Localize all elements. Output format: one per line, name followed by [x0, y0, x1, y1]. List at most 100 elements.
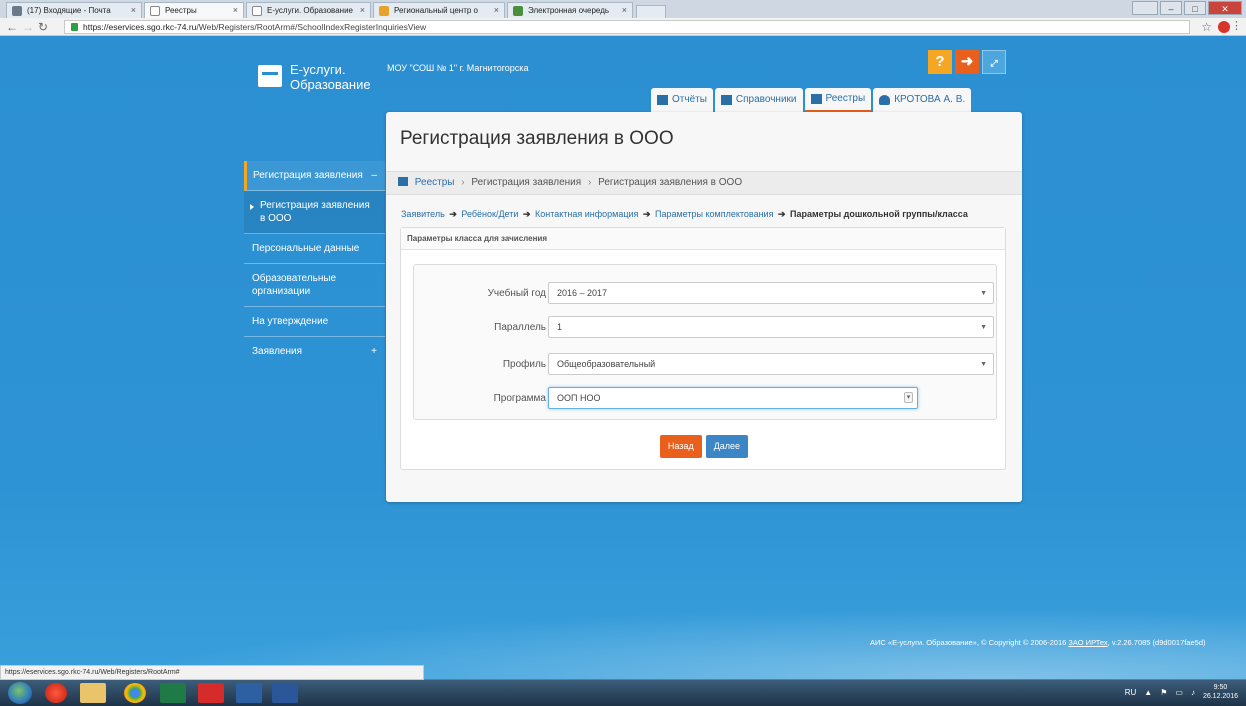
forward-arrow-icon[interactable]: →: [22, 20, 34, 34]
main-panel: Регистрация заявления в ООО Реестры › Ре…: [386, 112, 1022, 502]
browser-tab[interactable]: Электронная очередь ×: [507, 2, 633, 18]
sidebar-item-personal-data[interactable]: Персональные данные: [244, 234, 385, 264]
url-field[interactable]: https://eservices.sgo.rkc-74.ru/Web/Regi…: [64, 20, 1190, 34]
parallel-select[interactable]: 1 ▼: [548, 316, 994, 338]
browser-tab[interactable]: (17) Входящие - Почта ×: [6, 2, 142, 18]
step-link[interactable]: Контактная информация: [535, 209, 638, 219]
nav-tab-label: Справочники: [735, 94, 797, 105]
class-parameters-section: Параметры класса для зачисления Учебный …: [400, 227, 1006, 470]
tab-close-icon[interactable]: ×: [360, 5, 365, 15]
nav-tab-user[interactable]: КРОТОВА А. В.: [873, 88, 972, 112]
network-icon[interactable]: ▭: [1175, 688, 1183, 697]
tab-close-icon[interactable]: ×: [494, 5, 499, 15]
folder-icon[interactable]: [80, 683, 106, 703]
tab-label: Региональный центр о: [394, 6, 478, 15]
expand-icon[interactable]: +: [371, 345, 377, 358]
close-window-button[interactable]: ✕: [1208, 1, 1242, 15]
step-arrow-icon: ➔: [522, 209, 531, 219]
nav-tab-reports[interactable]: Отчёты: [651, 88, 713, 112]
tab-close-icon[interactable]: ×: [131, 5, 136, 15]
back-arrow-icon[interactable]: ←: [6, 20, 18, 34]
start-button-icon[interactable]: [8, 682, 32, 704]
tab-label: E-услуги. Образование: [267, 6, 353, 15]
help-button[interactable]: ?: [928, 50, 952, 74]
queue-icon: [513, 6, 523, 16]
profile-select[interactable]: Общеобразовательный ▼: [548, 353, 994, 375]
program-select[interactable]: ООП НОО ▾: [548, 387, 918, 409]
dropdown-caret-icon: ▼: [980, 324, 987, 331]
volume-icon[interactable]: ♪: [1191, 688, 1195, 697]
step-link[interactable]: Параметры комплектования: [655, 209, 773, 219]
sidebar-item-label: Заявления: [252, 346, 303, 357]
tab-label: (17) Входящие - Почта: [27, 6, 111, 15]
sidebar-item-label: Регистрация заявления в ООО: [260, 200, 370, 224]
tab-label: Электронная очередь: [528, 6, 610, 15]
sidebar-item-label: Персональные данные: [252, 243, 360, 254]
chrome-icon[interactable]: [124, 683, 146, 703]
nav-tab-references[interactable]: Справочники: [714, 88, 803, 112]
browser-tab[interactable]: E-услуги. Образование ×: [246, 2, 371, 18]
home-icon: [398, 177, 408, 186]
tray-arrow-icon[interactable]: ▲: [1144, 688, 1152, 697]
sidebar: Регистрация заявления – Регистрация заяв…: [244, 161, 385, 366]
browser-tab-active[interactable]: Реестры ×: [144, 2, 244, 18]
field-label: Профиль: [502, 359, 546, 370]
app-icon[interactable]: [236, 683, 262, 703]
profile-button[interactable]: [1132, 1, 1158, 15]
window-controls: – □ ✕: [1132, 1, 1242, 15]
clock-date: 26.12.2016: [1202, 693, 1238, 700]
step-arrow-icon: ➔: [449, 209, 457, 219]
breadcrumb-separator: ›: [461, 177, 465, 188]
tab-close-icon[interactable]: ×: [233, 5, 238, 15]
section-title: Параметры класса для зачисления: [401, 228, 1005, 250]
sidebar-item-organizations[interactable]: Образовательные организации: [244, 264, 385, 307]
nav-tab-registers[interactable]: Реестры: [804, 88, 872, 112]
minimize-button[interactable]: –: [1160, 1, 1182, 15]
step-arrow-icon: ➔: [642, 209, 651, 219]
caret-right-icon: [250, 204, 254, 210]
select-value: 1: [557, 322, 563, 332]
step-link[interactable]: Ребёнок/Дети: [461, 209, 518, 219]
clock[interactable]: 9:50 26.12.2016: [1203, 683, 1238, 701]
form-buttons: Назад Далее: [401, 435, 1007, 458]
sidebar-item-label: Образовательные организации: [252, 273, 337, 297]
flag-icon[interactable]: ⚑: [1160, 688, 1167, 697]
organization-name: МОУ "СОШ № 1" г. Магнитогорска: [387, 63, 529, 73]
field-label: Учебный год: [487, 288, 546, 299]
url-path: /Web/Registers/RootArm#/SchoolIndexRegis…: [196, 22, 427, 32]
book-icon: [720, 95, 732, 105]
new-tab-button[interactable]: [636, 5, 666, 18]
parameters-form: Учебный год 2016 – 2017 ▼ Параллель 1 ▼ …: [413, 264, 997, 420]
form-row-program: Программа ООП НОО ▾: [414, 387, 998, 411]
next-button[interactable]: Далее: [705, 435, 749, 458]
reload-icon[interactable]: ↻: [38, 20, 48, 34]
sidebar-item-registration[interactable]: Регистрация заявления –: [244, 161, 385, 191]
tab-close-icon[interactable]: ×: [622, 5, 627, 15]
logout-button[interactable]: ➜: [955, 50, 979, 74]
back-button[interactable]: Назад: [659, 435, 702, 458]
menu-kebab-icon[interactable]: ⋮: [1231, 19, 1242, 32]
sidebar-item-applications[interactable]: Заявления +: [244, 337, 385, 366]
bookmark-star-icon[interactable]: ☆: [1201, 20, 1212, 34]
copyright-link[interactable]: ЗАО ИРТех: [1068, 638, 1107, 647]
acrobat-icon[interactable]: [198, 683, 224, 703]
word-icon[interactable]: [272, 683, 298, 703]
opera-icon[interactable]: [45, 683, 67, 703]
status-url: https://eservices.sgo.rkc-74.ru/Web/Regi…: [0, 665, 424, 680]
address-bar: ← → ↻ https://eservices.sgo.rkc-74.ru/We…: [0, 18, 1246, 36]
excel-icon[interactable]: [160, 683, 186, 703]
sidebar-item-registration-ooo[interactable]: Регистрация заявления в ООО: [244, 191, 385, 234]
sidebar-item-approval[interactable]: На утверждение: [244, 307, 385, 337]
fullscreen-icon[interactable]: ⤢: [982, 50, 1006, 74]
maximize-button[interactable]: □: [1184, 1, 1206, 15]
step-link[interactable]: Заявитель: [401, 209, 445, 219]
language-indicator[interactable]: RU: [1125, 688, 1137, 697]
browser-tab[interactable]: Региональный центр о ×: [373, 2, 505, 18]
breadcrumb-link[interactable]: Реестры: [415, 177, 455, 188]
collapse-icon[interactable]: –: [371, 169, 377, 182]
school-year-select[interactable]: 2016 – 2017 ▼: [548, 282, 994, 304]
adblock-icon[interactable]: [1218, 21, 1230, 33]
dropdown-caret-icon: ▼: [980, 361, 987, 368]
page-icon: [150, 6, 160, 16]
mail-icon: [12, 6, 22, 16]
